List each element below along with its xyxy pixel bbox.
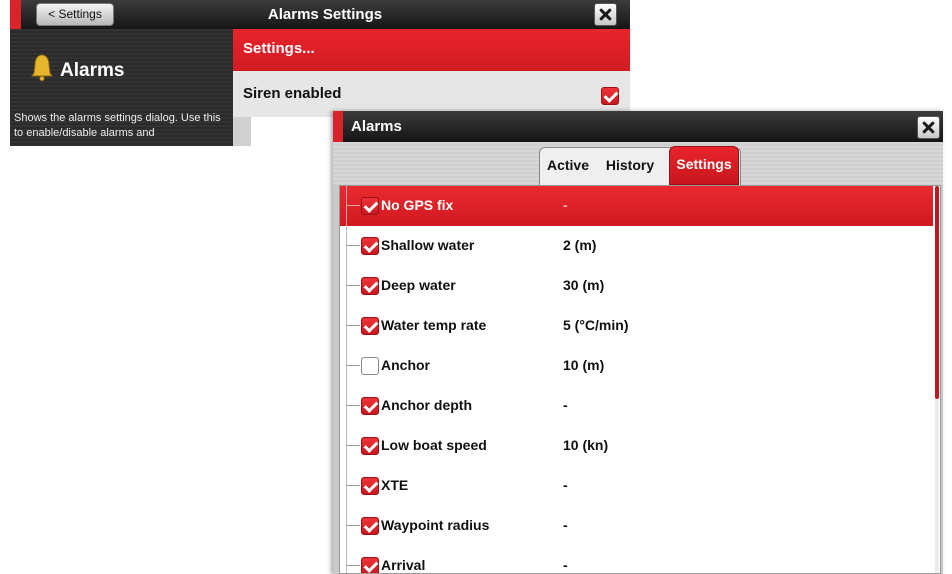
alarm-label: Shallow water <box>381 237 475 253</box>
alarm-checkbox[interactable] <box>361 437 379 455</box>
alarm-label: Deep water <box>381 277 456 293</box>
alarm-label: Anchor depth <box>381 397 472 413</box>
alarm-checkbox[interactable] <box>361 477 379 495</box>
settings-menu-label: Settings... <box>243 40 315 57</box>
alarm-checkbox[interactable] <box>361 277 379 295</box>
alarm-checkbox[interactable] <box>361 557 379 573</box>
alarm-checkbox[interactable] <box>361 357 379 375</box>
panel-heading: Alarms <box>60 60 125 81</box>
alarm-checkbox[interactable] <box>361 517 379 535</box>
tree-line <box>346 426 347 466</box>
alarm-value[interactable]: - <box>563 517 568 533</box>
alarm-row[interactable]: Low boat speed 10 (kn) <box>340 426 933 466</box>
tree-branch <box>346 285 360 286</box>
alarm-value[interactable]: - <box>563 477 568 493</box>
window-title: Alarms Settings <box>267 6 383 23</box>
tree-branch <box>346 245 360 246</box>
tree-branch <box>346 565 360 566</box>
alarm-checkbox[interactable] <box>361 197 379 215</box>
alarm-row[interactable]: Shallow water 2 (m) <box>340 226 933 266</box>
alarm-value[interactable]: - <box>563 557 568 573</box>
alarm-label: No GPS fix <box>381 197 454 213</box>
dialog-accent-bar <box>333 111 343 142</box>
alarm-row[interactable]: XTE - <box>340 466 933 506</box>
alarm-value[interactable]: 2 (m) <box>563 237 596 253</box>
scrollbar[interactable] <box>935 186 939 573</box>
close-icon[interactable] <box>594 3 617 26</box>
alarm-row[interactable]: Deep water 30 (m) <box>340 266 933 306</box>
alarm-value[interactable]: 10 (kn) <box>563 437 608 453</box>
alarm-checkbox[interactable] <box>361 397 379 415</box>
tree-line <box>346 466 347 506</box>
alarm-row[interactable]: Waypoint radius - <box>340 506 933 546</box>
dialog-title: Alarms <box>351 118 402 135</box>
alarm-label: Low boat speed <box>381 437 487 453</box>
tree-line <box>346 186 347 226</box>
back-to-settings-button[interactable]: < Settings <box>36 3 114 26</box>
tree-branch <box>346 205 360 206</box>
siren-label: Siren enabled <box>243 85 342 102</box>
alarm-label: Waypoint radius <box>381 517 490 533</box>
settings-menu-item[interactable]: Settings... <box>233 29 630 71</box>
tree-branch <box>346 405 360 406</box>
tab-history[interactable]: History <box>597 148 663 185</box>
close-icon[interactable] <box>917 116 940 139</box>
alarm-label: XTE <box>381 477 409 493</box>
alarm-row[interactable]: Water temp rate 5 (°C/min) <box>340 306 933 346</box>
alarms-dialog: Alarms Active History Settings No GPS fi… <box>333 111 943 574</box>
tree-branch <box>346 525 360 526</box>
alarm-row[interactable]: No GPS fix - <box>340 186 933 226</box>
tree-branch <box>346 485 360 486</box>
alarm-checkbox[interactable] <box>361 237 379 255</box>
dialog-title-bar <box>333 111 943 142</box>
alarm-checkbox[interactable] <box>361 317 379 335</box>
alarm-row[interactable]: Anchor depth - <box>340 386 933 426</box>
alarm-label: Water temp rate <box>381 317 487 333</box>
tree-line <box>346 506 347 546</box>
alarm-row[interactable]: Arrival - <box>340 546 933 573</box>
info-panel: Alarms Shows the alarms settings dialog.… <box>10 29 233 146</box>
panel-description: Shows the alarms settings dialog. Use th… <box>14 112 221 139</box>
alarm-value[interactable]: - <box>563 397 568 413</box>
alarm-row[interactable]: Anchor 10 (m) <box>340 346 933 386</box>
scroll-thumb[interactable] <box>935 186 939 399</box>
alarm-value[interactable]: 10 (m) <box>563 357 604 373</box>
menu-divider <box>233 117 251 146</box>
tree-line <box>346 306 347 346</box>
tree-line <box>346 386 347 426</box>
siren-checkbox[interactable] <box>601 87 619 105</box>
tree-branch <box>346 365 360 366</box>
bell-icon <box>31 54 53 81</box>
alarm-value[interactable]: - <box>563 197 568 213</box>
tree-branch <box>346 325 360 326</box>
tab-active[interactable]: Active <box>543 148 593 185</box>
alarm-label: Arrival <box>381 557 426 573</box>
accent-bar <box>10 0 21 29</box>
alarm-list: No GPS fix - Shallow water 2 (m) Deep water 3… <box>339 185 941 574</box>
alarm-value[interactable]: 5 (°C/min) <box>563 317 629 333</box>
tree-line <box>346 266 347 306</box>
tree-line <box>346 226 347 266</box>
tree-line <box>346 346 347 386</box>
tab-settings[interactable]: Settings <box>669 146 739 185</box>
alarm-label: Anchor <box>381 357 430 373</box>
alarm-value[interactable]: 30 (m) <box>563 277 604 293</box>
tree-line <box>346 546 347 573</box>
tree-branch <box>346 445 360 446</box>
